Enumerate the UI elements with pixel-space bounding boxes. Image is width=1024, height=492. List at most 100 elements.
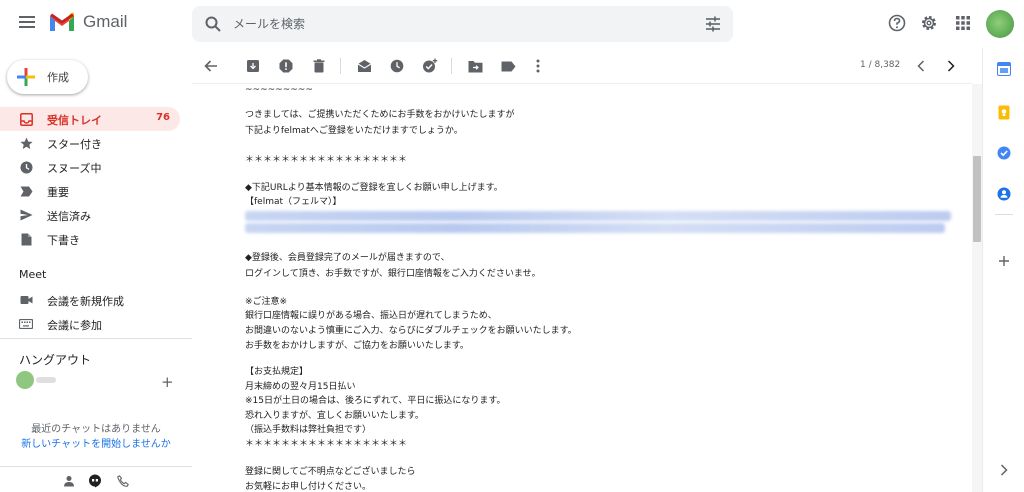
back-arrow-icon[interactable] [202,57,220,75]
compose-label: 作成 [47,71,69,84]
body-text-line: お間違いのないよう慎重にご入力、ならびにダブルチェックをお願いいたします。 [245,326,577,336]
snooze-clock-icon[interactable] [388,57,406,75]
toolbar-divider [340,58,341,74]
gmail-logo[interactable]: Gmail [48,11,127,33]
sidebar-item-label: スヌーズ中 [47,162,102,175]
sidebar-item-sent[interactable]: 送信済み [0,203,180,227]
message-scrollbar[interactable] [972,84,982,492]
sidebar-item-label: 重要 [47,186,69,199]
move-to-folder-icon[interactable] [466,57,484,75]
search-input[interactable] [233,6,673,42]
registration-url-link[interactable] [245,223,945,233]
body-text-line: 【felmat（フェルマ）】 [245,197,342,207]
get-addons-plus-icon[interactable] [996,253,1012,269]
start-chat-link[interactable]: 新しいチャットを開始しませんか [0,435,192,450]
more-options-icon[interactable] [529,57,547,75]
star-icon [19,136,33,150]
main-menu-icon[interactable] [17,13,37,33]
sidebar-item-label: 受信トレイ [47,114,102,127]
send-icon [19,208,33,222]
compose-plus-icon [17,68,35,86]
mark-unread-icon[interactable] [355,57,373,75]
hangouts-footer [0,466,192,492]
label-tag-icon[interactable] [499,57,517,75]
sidebar-item-starred[interactable]: スター付き [0,131,180,155]
delete-trash-icon[interactable] [310,57,328,75]
sidebar-item-label: スター付き [47,138,102,151]
sidebar-item-label: 下書き [47,234,80,247]
person-icon[interactable] [62,474,76,488]
tasks-icon[interactable] [996,145,1012,161]
body-text-line: ※ご注意※ [245,297,288,307]
clock-icon [19,160,33,174]
body-text-line: 月末締めの翌々月15日払い [245,382,356,392]
contacts-icon[interactable] [996,186,1012,202]
keep-notes-icon[interactable] [996,104,1012,120]
body-text-line: 登録に関してご不明点などございましたら [245,467,416,477]
older-chevron-left-icon[interactable] [912,57,930,75]
sidebar-item-inbox[interactable]: 受信トレイ 76 [0,107,180,131]
app-name: Gmail [83,12,128,31]
phone-icon[interactable] [116,474,130,488]
meet-item-label: 会議を新規作成 [47,295,124,308]
body-text-line: ログインして頂き、お手数ですが、銀行口座情報をご入力くださいませ。 [245,269,541,279]
apps-grid-icon[interactable] [953,13,973,33]
add-task-icon[interactable] [421,57,439,75]
body-text-line: ~~~~~~~~~ [245,85,313,95]
unread-count-badge: 76 [156,112,170,123]
body-text-line: 恐れ入りますが、宜しくお願いいたします。 [245,411,424,421]
body-text-line: 【お支払規定】 [245,367,309,377]
body-text-line: 下記よりfelmatへご登録をいただけますでしょうか。 [245,126,463,136]
meet-item-label: 会議に参加 [47,319,102,332]
keyboard-icon [19,317,33,331]
calendar-icon[interactable] [996,61,1012,77]
side-panel-divider [995,214,1013,215]
message-body: ~~~~~~~~~ つきましては、ご提携いただくためにお手数をおかけいたしますが… [192,84,972,492]
meet-join-meeting[interactable]: 会議に参加 [0,312,180,336]
meet-section-title: Meet [19,268,47,281]
body-text-line: つきましては、ご提携いただくためにお手数をおかけいたしますが [245,110,515,120]
registration-url-link[interactable] [245,211,951,221]
newer-chevron-right-icon[interactable] [942,57,960,75]
settings-gear-icon[interactable] [919,13,939,33]
show-side-panel-chevron-icon[interactable] [996,462,1012,478]
body-text-line: お手数をおかけしますが、ご協力をお願いいたします。 [245,341,469,351]
pagination-text: 1 / 8,382 [860,60,901,70]
hangouts-contact-avatar[interactable] [14,369,62,391]
top-header: Gmail [0,0,1024,48]
search-options-icon[interactable] [705,16,721,32]
hangouts-section-title: ハングアウト [19,353,92,367]
account-avatar[interactable] [986,10,1014,38]
message-toolbar: 1 / 8,382 [192,48,972,84]
videocam-icon [19,293,33,307]
body-text-line: ◆登録後、会員登録完了のメールが届きますので、 [245,253,450,263]
body-text-line: 銀行口座情報に誤りがある場合、振込日が遅れてしまうため、 [245,311,497,321]
toolbar-divider [451,58,452,74]
side-panel [982,48,1024,492]
left-sidebar: 作成 受信トレイ 76 スター付き スヌーズ中 重要 送信済み 下書き Meet… [0,48,192,492]
body-text-line: ◆下記URLより基本情報のご登録を宜しくお願い申し上げます。 [245,183,503,193]
inbox-icon [19,112,33,126]
sidebar-item-label: 送信済み [47,210,91,223]
body-text-line: ※15日が土日の場合は、後ろにずれて、平日に振込になります。 [245,396,506,406]
report-spam-icon[interactable] [277,57,295,75]
no-chats-text: 最近のチャットはありません [31,424,161,435]
search-icon[interactable] [204,15,222,33]
section-divider [0,338,192,339]
body-text-line: ＊＊＊＊＊＊＊＊＊＊＊＊＊＊＊＊＊＊ [245,155,408,165]
help-icon[interactable] [887,13,907,33]
mail-nav: 受信トレイ 76 スター付き スヌーズ中 重要 送信済み 下書き [0,107,180,251]
sidebar-item-drafts[interactable]: 下書き [0,227,180,251]
hangouts-chat-icon[interactable] [88,474,102,488]
add-chat-plus-icon[interactable]: + [161,373,174,391]
search-bar[interactable] [192,6,733,42]
body-text-line: お気軽にお申し付けください。 [245,482,372,492]
sidebar-item-important[interactable]: 重要 [0,179,180,203]
sidebar-item-snoozed[interactable]: スヌーズ中 [0,155,180,179]
draft-icon [19,232,33,246]
scrollbar-thumb[interactable] [973,156,981,242]
archive-icon[interactable] [244,57,262,75]
gmail-m-icon [50,12,74,31]
compose-button[interactable]: 作成 [7,60,88,94]
meet-new-meeting[interactable]: 会議を新規作成 [0,288,180,312]
